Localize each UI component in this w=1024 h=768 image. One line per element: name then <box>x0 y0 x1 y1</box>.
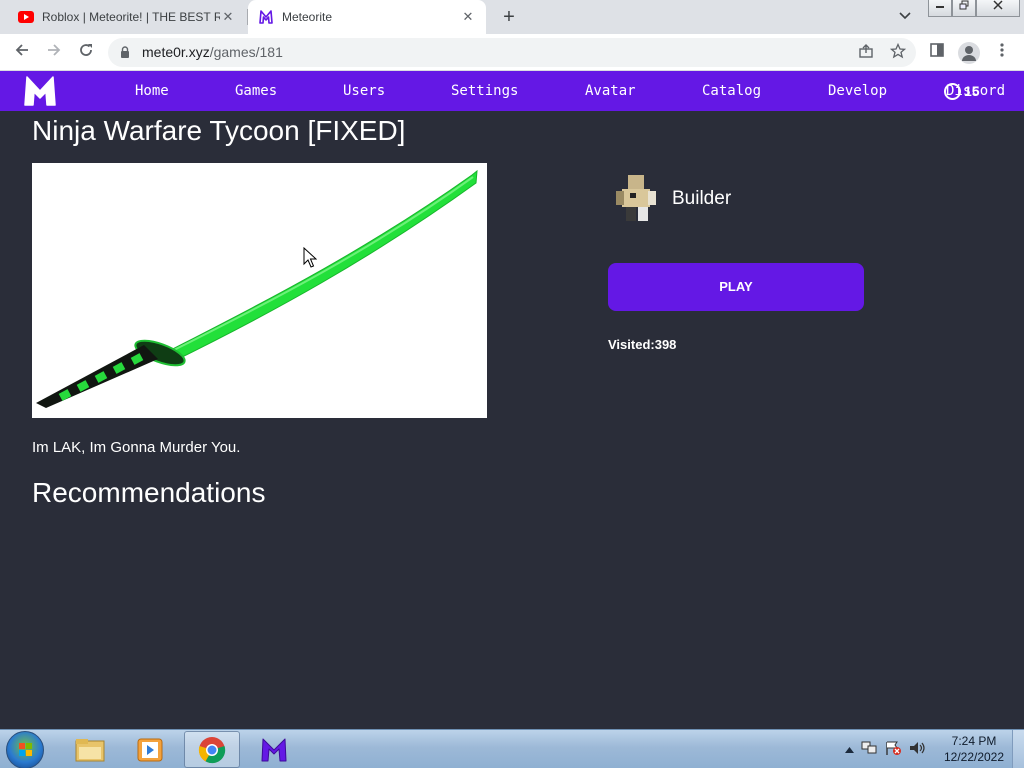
page-title: Ninja Warfare Tycoon [FIXED] <box>32 115 406 146</box>
katana-image <box>36 169 478 408</box>
visit-count: Visited:398 <box>608 337 677 352</box>
new-tab-button[interactable]: + <box>498 6 520 28</box>
site-navbar: Home Games Users Settings Avatar Catalog… <box>0 71 1024 111</box>
creator-name[interactable]: Builder <box>672 188 731 210</box>
taskbar-meteorite[interactable] <box>246 731 302 768</box>
clock-time: 7:24 PM <box>951 734 997 748</box>
game-description: Im LAK, Im Gonna Murder You. <box>32 439 241 456</box>
profile-avatar-icon[interactable] <box>958 42 980 64</box>
url-host: mete0r.xyz <box>142 44 210 60</box>
taskbar: 7:24 PM 12/22/2022 <box>0 729 1024 768</box>
tab-meteorite[interactable]: Meteorite ✕ <box>248 0 486 34</box>
youtube-icon <box>18 9 34 25</box>
show-desktop-button[interactable] <box>1012 730 1024 768</box>
creator-info[interactable]: Builder <box>614 173 731 225</box>
network-icon[interactable] <box>860 740 878 759</box>
show-hidden-icons-icon[interactable] <box>845 744 854 756</box>
window-controls <box>928 0 1020 18</box>
clock-date: 12/22/2022 <box>943 750 1005 764</box>
chrome-icon <box>198 736 226 763</box>
mouse-cursor-icon <box>303 247 317 268</box>
reload-icon[interactable] <box>75 42 97 64</box>
restore-icon[interactable] <box>952 0 976 17</box>
tab-title: Roblox | Meteorite! | THE BEST R <box>42 10 220 24</box>
system-tray <box>845 730 926 768</box>
play-button[interactable]: PLAY <box>608 263 864 311</box>
currency-amount: 15 <box>964 83 980 99</box>
recommendations-heading: Recommendations <box>32 477 266 508</box>
browser-toolbar: mete0r.xyz/games/181 <box>0 34 1024 71</box>
kebab-menu-icon[interactable] <box>991 42 1013 64</box>
currency-balance[interactable]: 15 <box>944 80 980 102</box>
taskbar-media-player[interactable] <box>122 731 178 768</box>
meteorite-app-icon <box>261 738 287 761</box>
game-page: Ninja Warfare Tycoon [FIXED] Builder PLA… <box>0 111 1024 729</box>
taskbar-clock[interactable]: 7:24 PM 12/22/2022 <box>940 733 1008 765</box>
nav-avatar[interactable]: Avatar <box>585 71 636 111</box>
back-arrow-icon[interactable] <box>11 42 33 64</box>
action-center-flag-icon[interactable] <box>884 740 902 759</box>
address-bar[interactable]: mete0r.xyz/games/181 <box>108 38 916 67</box>
nav-users[interactable]: Users <box>343 71 385 111</box>
browser-tabstrip: Roblox | Meteorite! | THE BEST R ✕ Meteo… <box>0 0 1024 34</box>
meteorite-logo[interactable] <box>22 74 58 108</box>
tab-title: Meteorite <box>282 10 333 24</box>
close-icon[interactable]: ✕ <box>220 9 236 25</box>
url-path: /games/181 <box>209 44 283 60</box>
meteorite-icon <box>258 9 274 25</box>
minimize-icon[interactable] <box>928 0 952 17</box>
game-thumbnail <box>32 163 487 418</box>
windows-logo-icon <box>19 743 32 756</box>
tab-search-chevron-icon[interactable] <box>896 9 914 25</box>
tab-roblox-meteorite[interactable]: Roblox | Meteorite! | THE BEST R ✕ <box>8 0 246 34</box>
currency-icon <box>944 82 961 100</box>
folder-icon <box>75 738 105 761</box>
nav-games[interactable]: Games <box>235 71 277 111</box>
start-button[interactable] <box>6 731 44 768</box>
bookmark-star-icon[interactable] <box>888 42 908 63</box>
media-player-icon <box>137 738 163 761</box>
window-close-icon[interactable] <box>976 0 1020 17</box>
nav-home[interactable]: Home <box>135 71 169 111</box>
close-icon[interactable]: ✕ <box>460 9 476 25</box>
taskbar-explorer[interactable] <box>62 731 118 768</box>
share-icon[interactable] <box>856 43 876 63</box>
volume-icon[interactable] <box>908 740 926 759</box>
nav-settings[interactable]: Settings <box>451 71 518 111</box>
forward-arrow-icon[interactable] <box>43 42 65 64</box>
nav-catalog[interactable]: Catalog <box>702 71 761 111</box>
taskbar-chrome[interactable] <box>184 731 240 768</box>
url-text: mete0r.xyz/games/181 <box>142 38 283 67</box>
lock-icon <box>118 45 132 59</box>
nav-develop[interactable]: Develop <box>828 71 887 111</box>
side-panel-icon[interactable] <box>926 42 948 64</box>
creator-avatar[interactable] <box>614 173 662 225</box>
